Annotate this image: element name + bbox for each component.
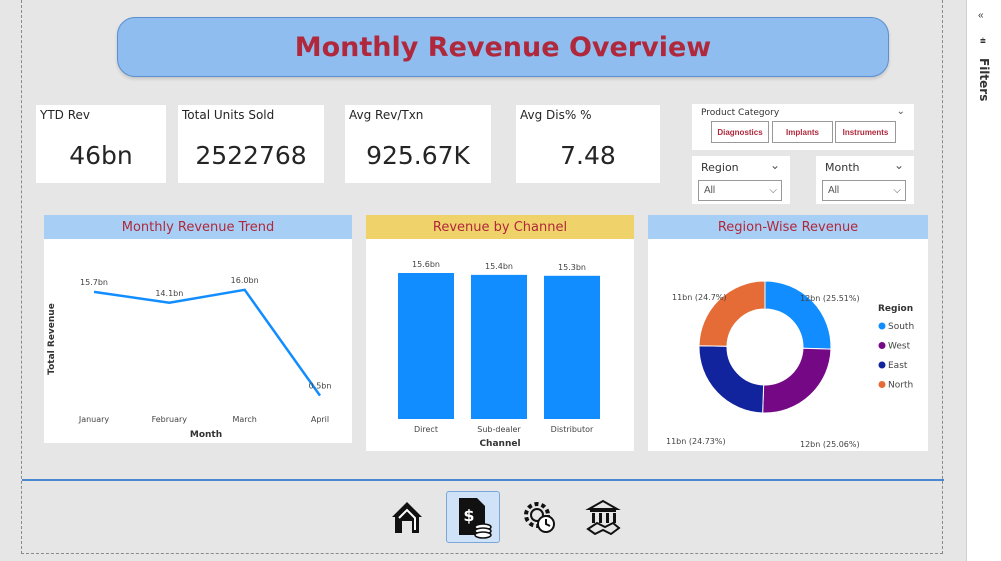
- data-label: 16.0bn: [231, 276, 259, 285]
- slice-label: 12bn (25.06%): [800, 440, 860, 449]
- svg-text:$: $: [463, 506, 474, 525]
- chevron-down-icon[interactable]: ⌄: [770, 158, 780, 172]
- x-axis-label: Month: [190, 430, 222, 440]
- filters-pane[interactable]: « ⩧ Filters: [966, 0, 1001, 561]
- month-slicer: Month ⌄ All ⌵: [816, 156, 914, 204]
- chart-title: Region-Wise Revenue: [648, 215, 928, 239]
- legend-title: Region: [878, 304, 913, 314]
- partners-nav-button[interactable]: [576, 491, 630, 543]
- chevron-down-icon[interactable]: ⌄: [897, 106, 905, 117]
- legend-item: North: [888, 381, 913, 391]
- home-nav-button[interactable]: [380, 491, 434, 543]
- partners-icon: [585, 499, 621, 536]
- kpi-value: 46bn: [69, 141, 133, 170]
- legend-marker: [878, 322, 886, 330]
- nav-divider: [22, 479, 944, 481]
- slice-label: 12bn (25.51%): [800, 294, 860, 303]
- option-instruments[interactable]: Instruments: [835, 121, 896, 143]
- legend-item: East: [888, 361, 908, 371]
- chart-title: Monthly Revenue Trend: [44, 215, 352, 239]
- dropdown-value: All: [828, 185, 840, 196]
- legend-marker: [878, 361, 886, 369]
- kpi-label: Avg Rev/Txn: [349, 108, 424, 122]
- filters-label: Filters: [977, 58, 991, 102]
- slicer-label: Product Category: [701, 108, 780, 118]
- revenue-by-channel-card[interactable]: Revenue by Channel Channel 15.6bn Direct 1…: [366, 215, 634, 451]
- donut-slice: [764, 280, 832, 350]
- x-tick-label: March: [232, 415, 256, 424]
- x-axis-label: Channel: [479, 439, 520, 449]
- monthly-revenue-trend-card[interactable]: Monthly Revenue Trend Total Revenue Mont…: [44, 215, 352, 443]
- data-label: 0.5bn: [309, 382, 332, 391]
- title-banner: Monthly Revenue Overview: [117, 17, 889, 77]
- bar: [398, 273, 454, 419]
- region-dropdown[interactable]: All ⌵: [698, 180, 782, 201]
- kpi-label: Avg Dis% %: [520, 108, 592, 122]
- data-label: 15.4bn: [485, 262, 513, 271]
- revenue-nav-button[interactable]: $: [446, 491, 500, 543]
- slice-label: 11bn (24.7%): [672, 293, 727, 302]
- collapse-chevron-icon[interactable]: «: [978, 10, 984, 21]
- month-dropdown[interactable]: All ⌵: [822, 180, 906, 201]
- chart-title: Revenue by Channel: [366, 215, 634, 239]
- legend-item: South: [888, 322, 914, 332]
- bar: [544, 275, 600, 419]
- option-diagnostics[interactable]: Diagnostics: [711, 121, 769, 143]
- chevron-down-icon: ⌵: [893, 185, 901, 196]
- page-title: Monthly Revenue Overview: [294, 31, 712, 63]
- product-category-slicer: Product Category ⌄ Diagnostics Implants …: [692, 104, 914, 150]
- filter-icon: ⩧: [980, 36, 986, 47]
- x-tick-label: January: [78, 415, 110, 424]
- x-tick-label: April: [311, 415, 329, 424]
- report-canvas: Monthly Revenue Overview YTD Rev 46bn To…: [0, 0, 966, 561]
- donut-slice: [698, 345, 765, 414]
- legend-marker: [878, 342, 886, 349]
- kpi-card-avg-rev-txn[interactable]: Avg Rev/Txn 925.67K: [345, 105, 491, 183]
- report-page: Monthly Revenue Overview YTD Rev 46bn To…: [21, 0, 944, 554]
- slice-label: 11bn (24.73%): [666, 437, 726, 446]
- kpi-label: Total Units Sold: [182, 108, 275, 122]
- kpi-card-ytd-rev[interactable]: YTD Rev 46bn: [36, 105, 166, 183]
- chevron-down-icon: ⌵: [769, 185, 777, 196]
- kpi-label: YTD Rev: [40, 108, 90, 122]
- series-line: [93, 288, 322, 397]
- kpi-card-avg-discount[interactable]: Avg Dis% % 7.48: [516, 105, 660, 183]
- data-label: 14.1bn: [155, 289, 183, 298]
- slicer-label: Month: [825, 161, 860, 174]
- data-label: 15.6bn: [412, 260, 440, 269]
- x-tick-label: Distributor: [551, 425, 594, 434]
- operations-icon: [524, 502, 555, 533]
- x-tick-label: Direct: [414, 425, 438, 434]
- operations-nav-button[interactable]: [512, 491, 566, 543]
- region-slicer: Region ⌄ All ⌵: [692, 156, 790, 204]
- y-axis-label: Total Revenue: [47, 303, 57, 375]
- donut-chart: Region 12bn (25.51%) South 12bn (25.06%) We…: [666, 280, 914, 449]
- donut-slice: [698, 280, 766, 347]
- data-label: 15.7bn: [80, 278, 108, 287]
- kpi-card-total-units[interactable]: Total Units Sold 2522768: [178, 105, 324, 183]
- kpi-value: 7.48: [560, 141, 616, 170]
- option-implants[interactable]: Implants: [772, 121, 833, 143]
- x-tick-label: February: [152, 415, 188, 424]
- bar: [471, 274, 527, 419]
- legend-marker: [878, 381, 886, 388]
- data-label: 15.3bn: [558, 263, 586, 272]
- kpi-value: 2522768: [195, 141, 307, 170]
- home-icon: [392, 502, 422, 533]
- dropdown-value: All: [704, 185, 716, 196]
- revenue-icon: $: [459, 498, 492, 539]
- slicer-label: Region: [701, 161, 739, 174]
- donut-slice: [762, 347, 832, 414]
- line-chart: Total Revenue Month 15.7bn 14.1bn 16.0bn 0.…: [47, 276, 332, 440]
- x-tick-label: Sub-dealer: [477, 425, 521, 434]
- legend-item: West: [888, 342, 911, 352]
- bar-chart: Channel 15.6bn Direct 15.4bn Sub-dealer 15.3…: [398, 260, 600, 449]
- kpi-value: 925.67K: [366, 141, 470, 170]
- chevron-down-icon[interactable]: ⌄: [894, 158, 904, 172]
- region-wise-revenue-card[interactable]: Region-Wise Revenue Region 12bn (25.51%)…: [648, 215, 928, 451]
